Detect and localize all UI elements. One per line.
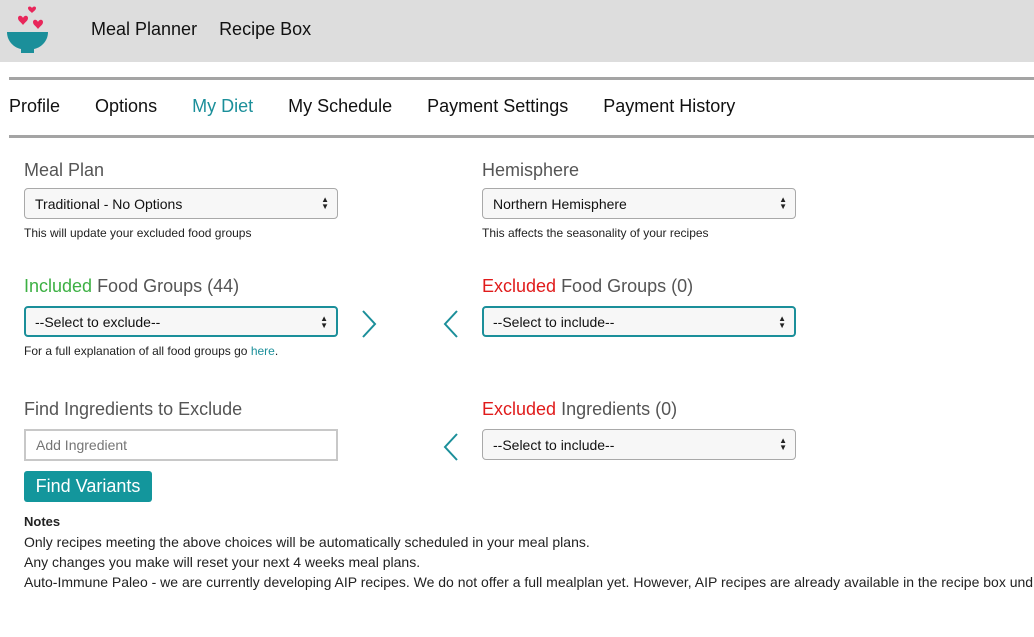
find-variants-button[interactable]: Find Variants bbox=[24, 471, 152, 502]
top-nav: Meal Planner Recipe Box bbox=[91, 19, 311, 40]
bowl-hearts-logo[interactable] bbox=[6, 3, 52, 55]
hemisphere-help: This affects the seasonality of your rec… bbox=[482, 226, 709, 240]
select-caret-icon: ▲ ▼ bbox=[320, 314, 328, 330]
help-text: For a full explanation of all food group… bbox=[24, 344, 251, 358]
included-label-rest: Food Groups (44) bbox=[92, 276, 240, 296]
nav-recipe-box[interactable]: Recipe Box bbox=[219, 19, 311, 40]
food-groups-help-link[interactable]: here bbox=[251, 344, 275, 358]
hemisphere-select[interactable]: Northern Hemisphere ▲ ▼ bbox=[482, 188, 796, 219]
meal-plan-label: Meal Plan bbox=[24, 160, 105, 180]
divider bbox=[9, 77, 1034, 80]
notes-section: Notes Only recipes meeting the above cho… bbox=[24, 514, 1033, 592]
select-caret-icon: ▲ ▼ bbox=[779, 436, 787, 452]
meal-plan-value: Traditional - No Options bbox=[35, 196, 183, 212]
included-groups-value: --Select to exclude-- bbox=[35, 314, 161, 330]
tab-my-schedule[interactable]: My Schedule bbox=[288, 96, 392, 117]
excluded-ing-highlight: Excluded bbox=[482, 399, 557, 419]
excluded-ingredients-value: --Select to include-- bbox=[493, 437, 615, 453]
tab-options[interactable]: Options bbox=[95, 96, 157, 117]
tab-payment-history[interactable]: Payment History bbox=[603, 96, 735, 117]
note-line: Auto-Immune Paleo - we are currently dev… bbox=[24, 574, 1034, 590]
meal-plan-help: This will update your excluded food grou… bbox=[24, 226, 252, 240]
find-ingredients-label: Find Ingredients to Exclude bbox=[24, 399, 243, 419]
top-bar: Meal Planner Recipe Box bbox=[0, 0, 1034, 62]
notes-title: Notes bbox=[24, 514, 61, 529]
excluded-groups-value: --Select to include-- bbox=[493, 314, 615, 330]
excluded-groups-label: Excluded Food Groups (0) bbox=[482, 276, 693, 297]
heart-icon bbox=[18, 15, 28, 25]
hemisphere-value: Northern Hemisphere bbox=[493, 196, 627, 212]
select-caret-icon: ▲ ▼ bbox=[778, 314, 786, 330]
note-line: Only recipes meeting the above choices w… bbox=[24, 534, 590, 550]
move-to-excluded-arrow-icon[interactable] bbox=[358, 308, 380, 340]
select-caret-icon: ▲ ▼ bbox=[321, 195, 329, 211]
included-highlight: Included bbox=[24, 276, 93, 296]
excluded-ingredients-select[interactable]: --Select to include-- ▲ ▼ bbox=[482, 429, 796, 460]
excluded-label-rest: Food Groups (0) bbox=[556, 276, 694, 296]
nav-meal-planner[interactable]: Meal Planner bbox=[91, 19, 197, 40]
excluded-ingredients-label: Excluded Ingredients (0) bbox=[482, 399, 677, 420]
heart-icon bbox=[28, 6, 36, 13]
heart-icon bbox=[33, 19, 43, 29]
excluded-ing-label-rest: Ingredients (0) bbox=[556, 399, 678, 419]
meal-plan-select[interactable]: Traditional - No Options ▲ ▼ bbox=[24, 188, 338, 219]
tab-profile[interactable]: Profile bbox=[9, 96, 60, 117]
tab-my-diet[interactable]: My Diet bbox=[192, 96, 253, 117]
included-groups-label: Included Food Groups (44) bbox=[24, 276, 239, 297]
excluded-groups-select[interactable]: --Select to include-- ▲ ▼ bbox=[482, 306, 796, 337]
settings-tabs: Profile Options My Diet My Schedule Paym… bbox=[9, 96, 770, 117]
note-line: Any changes you make will reset your nex… bbox=[24, 554, 421, 570]
tab-payment-settings[interactable]: Payment Settings bbox=[427, 96, 568, 117]
food-groups-help: For a full explanation of all food group… bbox=[24, 344, 278, 358]
excluded-highlight: Excluded bbox=[482, 276, 557, 296]
hemisphere-label: Hemisphere bbox=[482, 160, 580, 180]
divider bbox=[9, 135, 1034, 138]
move-to-included-arrow-icon[interactable] bbox=[440, 308, 462, 340]
bowl-icon bbox=[7, 32, 48, 53]
included-groups-select[interactable]: --Select to exclude-- ▲ ▼ bbox=[24, 306, 338, 337]
help-suffix: . bbox=[274, 344, 279, 358]
remove-ingredient-arrow-icon[interactable] bbox=[440, 431, 462, 463]
add-ingredient-input[interactable] bbox=[24, 429, 338, 461]
select-caret-icon: ▲ ▼ bbox=[779, 195, 787, 211]
